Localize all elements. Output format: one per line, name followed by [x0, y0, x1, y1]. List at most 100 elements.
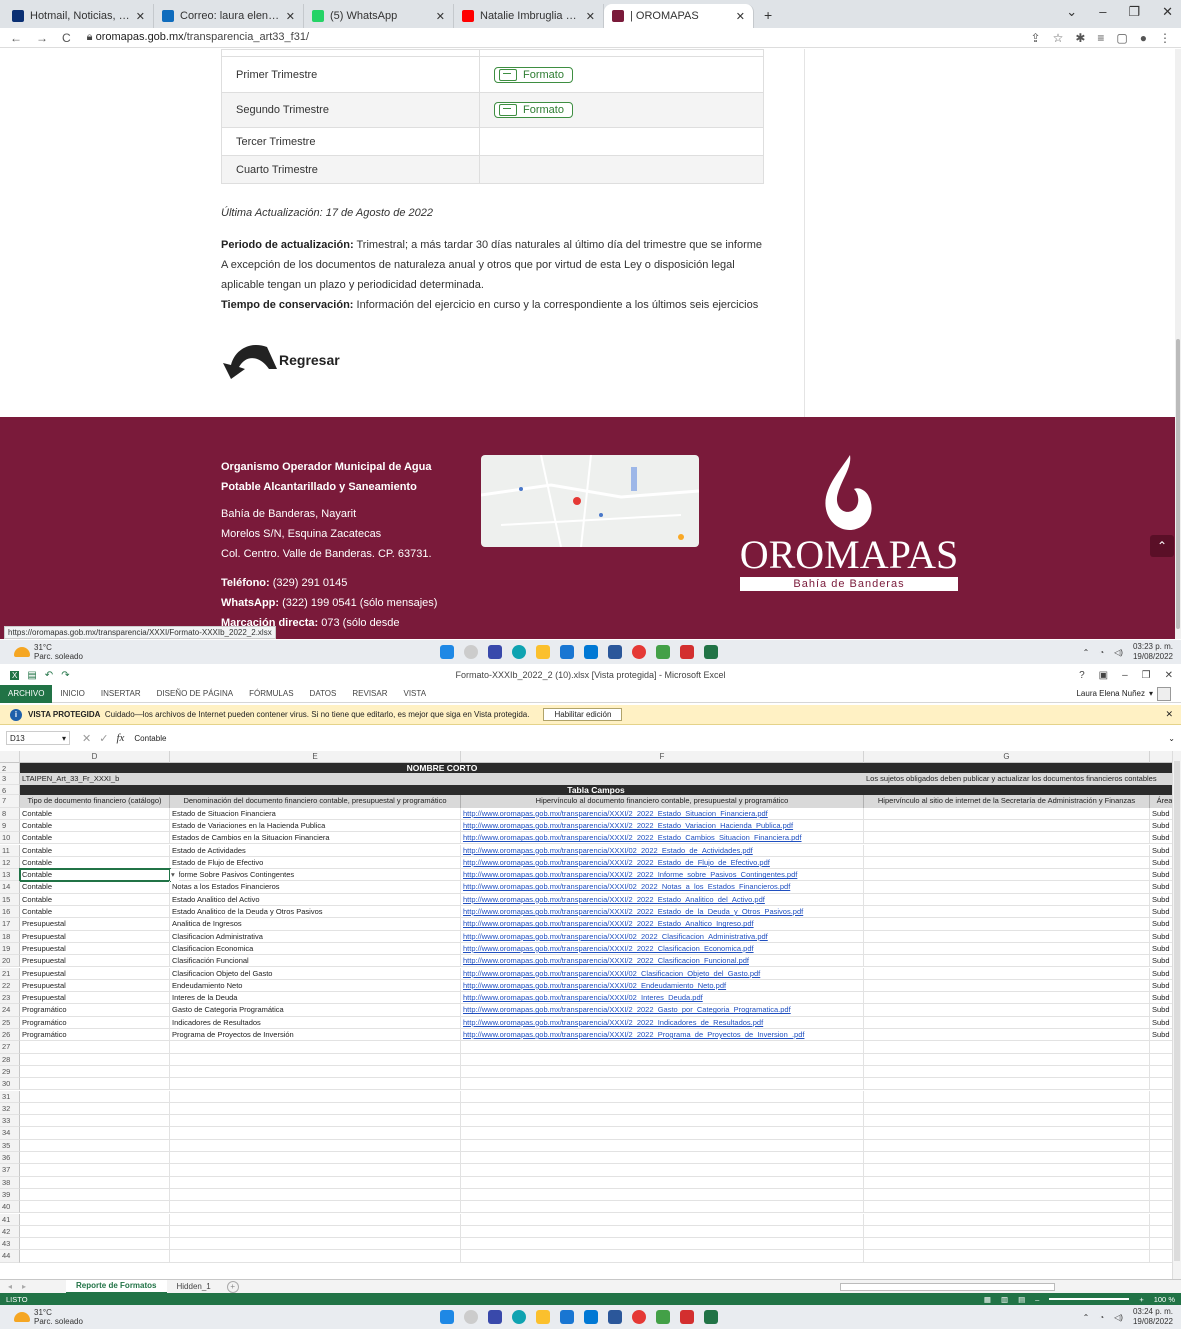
formato-button-2[interactable]: Formato: [494, 102, 573, 118]
help-icon[interactable]: ?: [1079, 670, 1085, 681]
volume-icon[interactable]: ◁): [1114, 1313, 1123, 1322]
document-link[interactable]: http://www.oromapas.gob.mx/transparencia…: [461, 918, 864, 931]
table-cell[interactable]: Programático: [20, 1029, 170, 1042]
menu-icon[interactable]: ⋮: [1159, 31, 1171, 45]
table-cell[interactable]: [461, 1115, 864, 1128]
table-cell[interactable]: [864, 856, 1150, 870]
table-cell[interactable]: [864, 1238, 1150, 1251]
table-cell[interactable]: Subd: [1150, 894, 1172, 906]
cell-g3[interactable]: Los sujetos obligados deben publicar y a…: [864, 773, 1172, 786]
table-cell[interactable]: [864, 869, 1150, 882]
table-cell[interactable]: [461, 1041, 864, 1054]
ribbon-tab[interactable]: ARCHIVO: [0, 684, 53, 703]
row-number[interactable]: 27: [0, 1041, 20, 1054]
document-link[interactable]: http://www.oromapas.gob.mx/transparencia…: [461, 979, 864, 993]
table-cell[interactable]: Notas a los Estados Financieros: [170, 881, 461, 894]
table-cell[interactable]: [864, 1250, 1150, 1263]
table-cell[interactable]: Programa de Proyectos de Inversión: [170, 1029, 461, 1042]
table-cell[interactable]: [864, 992, 1150, 1005]
expand-formula-icon[interactable]: ⌄: [1168, 734, 1175, 743]
extensions-icon[interactable]: ✱: [1075, 31, 1085, 45]
table-cell[interactable]: [864, 1078, 1150, 1091]
star-icon[interactable]: ☆: [1053, 31, 1064, 45]
browser-tab[interactable]: Correo: laura elena nuñez parra - ✕: [154, 4, 304, 28]
table-cell[interactable]: [1150, 1226, 1172, 1239]
table-cell[interactable]: [1150, 1140, 1172, 1152]
table-cell[interactable]: Subd: [1150, 1017, 1172, 1029]
table-cell[interactable]: Presupuestal: [20, 955, 170, 968]
row-number[interactable]: 9: [0, 819, 20, 833]
ribbon-tab[interactable]: FÓRMULAS: [241, 685, 301, 703]
table-cell[interactable]: Subd: [1150, 808, 1172, 820]
row-number[interactable]: 33: [0, 1115, 20, 1128]
name-box[interactable]: D13 ▾: [6, 731, 70, 745]
table-cell[interactable]: [864, 1016, 1150, 1029]
table-cell[interactable]: [864, 967, 1150, 980]
table-cell[interactable]: [170, 1090, 461, 1103]
teams-icon[interactable]: [488, 645, 502, 659]
restore-icon[interactable]: ❐: [1128, 4, 1140, 20]
row-number[interactable]: 18: [0, 930, 20, 943]
page-break-icon[interactable]: ▤: [1018, 1295, 1025, 1304]
add-sheet-icon[interactable]: +: [226, 1280, 239, 1293]
table-cell[interactable]: [1150, 1189, 1172, 1202]
table-cell[interactable]: Estados de Cambios en la Situacion Finan…: [170, 832, 461, 845]
edge-icon[interactable]: [512, 645, 526, 659]
table-cell[interactable]: Estado Analitico del Activo: [170, 893, 461, 906]
user-account[interactable]: Laura Elena Nuñez ▾: [1076, 686, 1171, 701]
table-cell[interactable]: [20, 1176, 170, 1189]
table-cell[interactable]: Presupuestal: [20, 979, 170, 993]
table-cell[interactable]: [864, 1029, 1150, 1042]
table-cell[interactable]: [20, 1115, 170, 1128]
row-number[interactable]: 23: [0, 992, 20, 1005]
row-number[interactable]: 43: [0, 1238, 20, 1251]
table-cell[interactable]: Presupuestal: [20, 930, 170, 943]
table-cell[interactable]: [170, 1041, 461, 1054]
share-icon[interactable]: ⇪: [1031, 31, 1041, 45]
clock[interactable]: 03:23 p. m. 19/08/2022: [1133, 642, 1173, 662]
row-number[interactable]: 42: [0, 1225, 20, 1239]
enter-icon[interactable]: ✓: [99, 732, 108, 745]
table-cell[interactable]: [1150, 1177, 1172, 1189]
document-link[interactable]: http://www.oromapas.gob.mx/transparencia…: [461, 856, 864, 870]
browser-tab[interactable]: Hotmail, Noticias, Deportes y Ent ✕: [4, 4, 154, 28]
table-cell[interactable]: Presupuestal: [20, 918, 170, 931]
table-cell[interactable]: [864, 807, 1150, 820]
normal-view-icon[interactable]: ▦: [984, 1295, 991, 1304]
table-cell[interactable]: [461, 1102, 864, 1116]
browser-tab[interactable]: Natalie Imbruglia - Torn (Live) ✕: [454, 4, 604, 28]
table-cell[interactable]: [461, 1065, 864, 1079]
table-cell[interactable]: Subd: [1150, 918, 1172, 931]
table-cell[interactable]: [20, 1041, 170, 1054]
row-number[interactable]: 31: [0, 1090, 20, 1103]
table-cell[interactable]: Presupuestal: [20, 942, 170, 956]
weather-widget[interactable]: 31°C Parc. soleado: [14, 643, 83, 661]
table-cell[interactable]: [170, 1225, 461, 1239]
weather-widget[interactable]: 31°C Parc. soleado: [14, 1308, 83, 1326]
scrollbar-thumb[interactable]: [1174, 761, 1180, 1261]
table-cell[interactable]: [461, 1053, 864, 1066]
table-cell[interactable]: Clasificacion Objeto del Gasto: [170, 967, 461, 980]
row-number[interactable]: 26: [0, 1029, 20, 1042]
minimize-icon[interactable]: –: [1099, 4, 1106, 20]
reading-list-icon[interactable]: ≡: [1097, 31, 1104, 45]
network-icon[interactable]: ◔: [1099, 648, 1104, 657]
table-cell[interactable]: [20, 1238, 170, 1251]
table-cell[interactable]: [864, 819, 1150, 833]
table-cell[interactable]: [20, 1213, 170, 1226]
ribbon-tab[interactable]: INICIO: [52, 685, 92, 703]
table-cell[interactable]: Informe Sobre Pasivos Contingentes: [170, 869, 461, 882]
table-cell[interactable]: [864, 1225, 1150, 1239]
table-cell[interactable]: [864, 1164, 1150, 1177]
row-number[interactable]: 3: [0, 773, 20, 786]
table-cell[interactable]: [20, 1065, 170, 1079]
table-cell[interactable]: [1150, 1115, 1172, 1128]
table-cell[interactable]: [170, 1238, 461, 1251]
back-link[interactable]: Regresar: [221, 339, 340, 381]
table-cell[interactable]: [170, 1127, 461, 1140]
table-cell[interactable]: Subd: [1150, 992, 1172, 1005]
close-tab-icon[interactable]: ✕: [436, 10, 445, 23]
table-cell[interactable]: [170, 1213, 461, 1226]
new-tab-button[interactable]: +: [764, 7, 772, 23]
word-icon[interactable]: [608, 645, 622, 659]
